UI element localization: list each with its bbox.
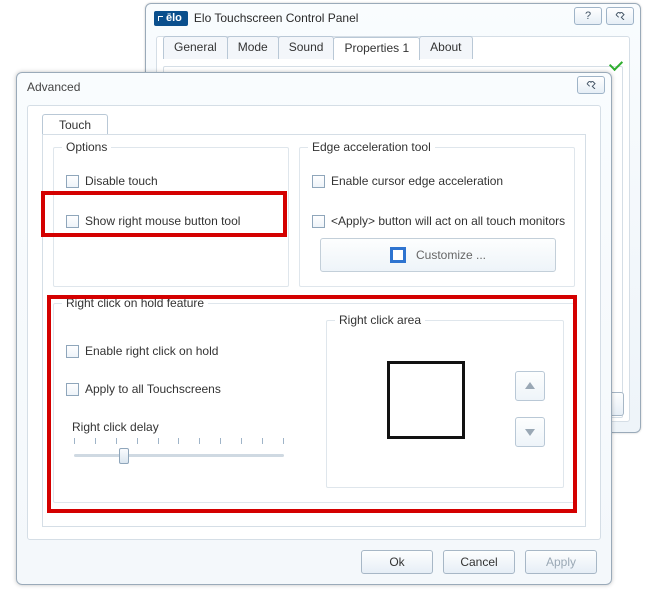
label-show-right-mouse-button-tool: Show right mouse button tool [85,214,240,228]
advanced-client: Touch Options Disable touch Show right m… [27,105,601,540]
customize-button[interactable]: Customize ... [320,238,556,272]
checkbox-apply-to-all-touchscreens[interactable]: Apply to all Touchscreens [66,382,221,396]
checkbox-apply-all-monitors[interactable]: <Apply> button will act on all touch mon… [312,214,565,228]
check-icon [610,60,624,74]
back-tabs: General Mode Sound Properties 1 About [163,36,635,59]
square-icon [390,247,406,263]
arrow-up-icon [524,380,536,392]
arrow-down-icon [524,426,536,438]
checkbox-icon [66,215,79,228]
label-apply-all-monitors: <Apply> button will act on all touch mon… [331,214,565,228]
group-right-click-area: Right click area [326,320,564,488]
tab-touch[interactable]: Touch [42,114,108,136]
elo-logo: ēlo [154,11,188,26]
tab-about[interactable]: About [419,36,472,59]
checkbox-icon [66,175,79,188]
edge-accel-title: Edge acceleration tool [308,140,435,154]
customize-label: Customize ... [416,248,486,262]
right-click-area-preview [387,361,465,439]
checkbox-enable-cursor-edge-acceleration[interactable]: Enable cursor edge acceleration [312,174,503,188]
arrow-down-button[interactable] [515,417,545,447]
slider-ticks [74,438,284,444]
arrow-up-button[interactable] [515,371,545,401]
group-options: Options Disable touch Show right mouse b… [53,147,289,287]
label-right-click-delay: Right click delay [72,420,159,434]
checkbox-icon [66,345,79,358]
right-click-area-title: Right click area [335,313,425,327]
checkbox-icon [312,175,325,188]
options-title: Options [62,140,111,154]
back-titlebar: ēlo Elo Touchscreen Control Panel [146,4,640,32]
label-disable-touch: Disable touch [85,174,158,188]
help-titlebar-button[interactable] [574,7,602,25]
cancel-button[interactable]: Cancel [443,550,515,574]
tab-mode[interactable]: Mode [227,36,279,59]
apply-button[interactable]: Apply [525,550,597,574]
checkbox-show-right-mouse-button-tool[interactable]: Show right mouse button tool [66,214,240,228]
dialog-buttons: Ok Cancel Apply [361,550,597,574]
checkbox-icon [312,215,325,228]
tab-properties-1[interactable]: Properties 1 [333,37,420,60]
label-apply-all-touchscreens: Apply to all Touchscreens [85,382,221,396]
back-title: Elo Touchscreen Control Panel [194,11,359,25]
advanced-dialog: Advanced Touch Options Disable touch Sho… [16,72,612,585]
advanced-close-button[interactable] [577,76,605,94]
tab-sound[interactable]: Sound [278,36,335,59]
advanced-panel: Options Disable touch Show right mouse b… [42,134,586,527]
checkbox-icon [66,383,79,396]
close-titlebar-button[interactable] [606,7,634,25]
slider-track[interactable] [74,454,284,457]
slider-thumb[interactable] [119,448,129,464]
label-enable-cursor-edge-accel: Enable cursor edge acceleration [331,174,503,188]
checkbox-disable-touch[interactable]: Disable touch [66,174,158,188]
rch-title: Right click on hold feature [62,296,208,310]
tab-general[interactable]: General [163,36,228,59]
checkbox-enable-right-click-on-hold[interactable]: Enable right click on hold [66,344,218,358]
advanced-title: Advanced [27,80,80,94]
group-right-click-on-hold: Right click on hold feature Enable right… [53,303,575,503]
ok-button[interactable]: Ok [361,550,433,574]
group-edge-acceleration: Edge acceleration tool Enable cursor edg… [299,147,575,287]
label-enable-right-click-on-hold: Enable right click on hold [85,344,218,358]
